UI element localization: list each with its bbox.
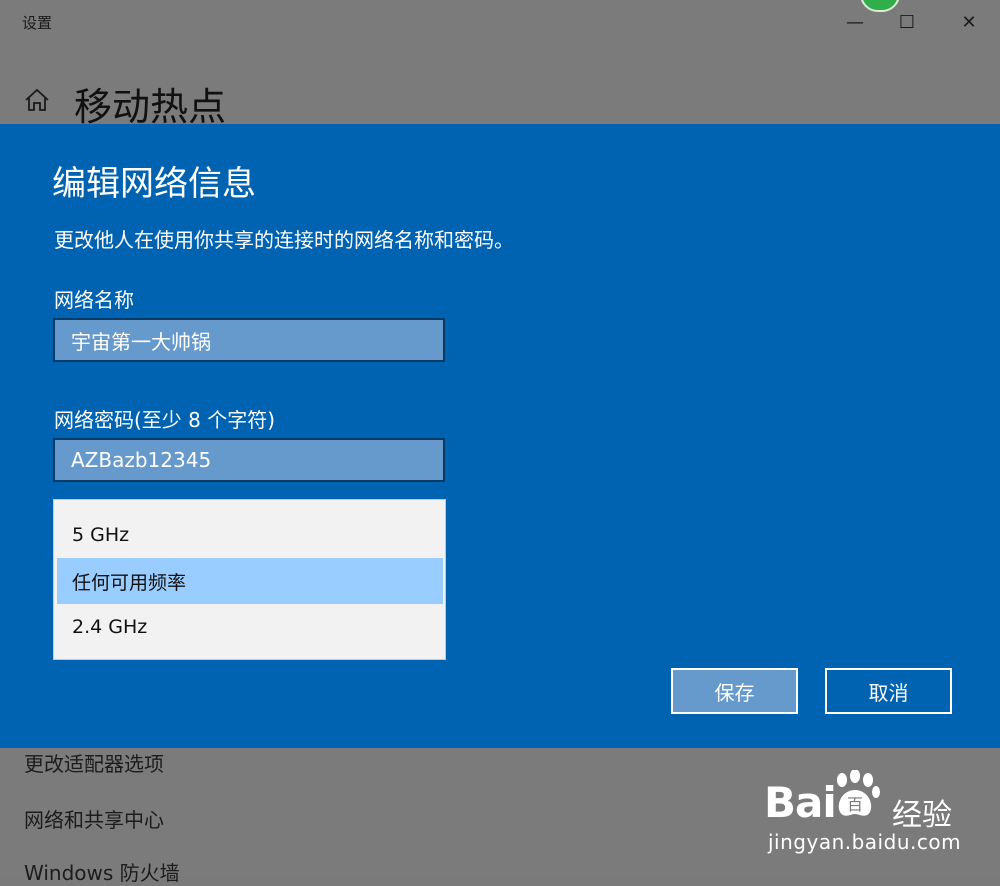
maximize-button[interactable]: ☐ (884, 4, 930, 40)
network-password-input[interactable]: AZBazb12345 (53, 438, 445, 482)
minimize-button[interactable]: — (832, 4, 878, 40)
save-button[interactable]: 保存 (671, 668, 798, 714)
home-icon[interactable] (24, 87, 50, 113)
band-option-any[interactable]: 任何可用频率 (57, 558, 443, 604)
app-title: 设置 (22, 14, 53, 32)
band-dropdown-list[interactable]: 5 GHz 任何可用频率 2.4 GHz (53, 499, 446, 660)
edit-network-dialog: 编辑网络信息 更改他人在使用你共享的连接时的网络名称和密码。 网络名称 宇宙第一… (0, 124, 1000, 748)
network-name-label: 网络名称 (54, 288, 134, 312)
cancel-button[interactable]: 取消 (825, 668, 952, 714)
network-password-label: 网络密码(至少 8 个字符) (54, 408, 276, 432)
watermark-product: 经验 (892, 798, 952, 833)
band-option-2-4ghz[interactable]: 2.4 GHz (54, 604, 445, 650)
watermark-brand-left: Bai (764, 778, 837, 827)
windows-firewall-link[interactable]: Windows 防火墙 (24, 857, 180, 886)
dialog-title: 编辑网络信息 (52, 164, 256, 204)
close-button[interactable]: ✕ (946, 4, 992, 40)
band-option-5ghz[interactable]: 5 GHz (54, 512, 445, 558)
watermark-paw-text: 百 (847, 795, 863, 814)
adapter-options-link[interactable]: 更改适配器选项 (24, 748, 164, 777)
network-name-input[interactable]: 宇宙第一大帅锅 (53, 318, 445, 362)
dialog-description: 更改他人在使用你共享的连接时的网络名称和密码。 (54, 228, 514, 252)
paw-logo-icon: 百 (837, 770, 880, 816)
network-sharing-center-link[interactable]: 网络和共享中心 (24, 804, 164, 833)
title-bar: 设置 — ☐ ✕ (0, 0, 1000, 44)
page-title: 移动热点 (74, 85, 227, 129)
watermark-url: jingyan.baidu.com (768, 830, 962, 854)
watermark-brand: Bai (764, 778, 837, 827)
baidu-watermark: Bai 百 经验 jingyan.baidu.com (758, 770, 988, 866)
